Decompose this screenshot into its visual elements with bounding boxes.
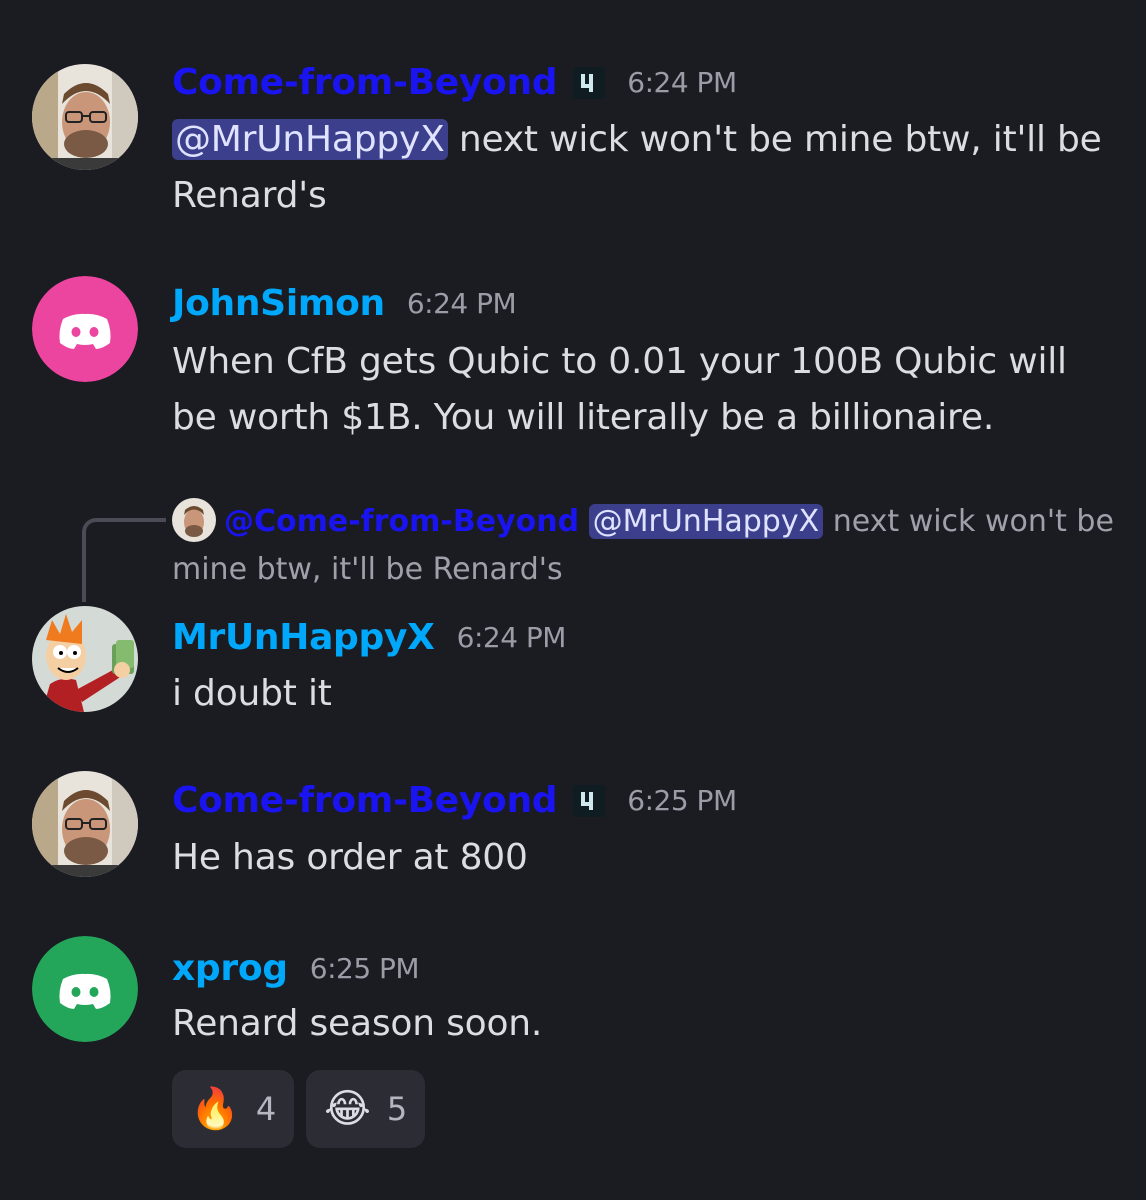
reply-preview[interactable]: @Come-from-Beyond @MrUnHappyX next wick …	[172, 497, 1122, 594]
message-content: When CfB gets Qubic to 0.01 your 100B Qu…	[172, 334, 1122, 446]
reactions-bar: 🔥 4 😂 5	[172, 1070, 426, 1148]
message-content: i doubt it	[172, 666, 1122, 722]
timestamp: 6:25 PM	[309, 952, 420, 985]
discord-logo-icon	[59, 973, 111, 1009]
discord-logo-icon	[59, 313, 111, 349]
message-content: Renard season soon.	[172, 996, 1122, 1052]
avatar-johnsimon[interactable]	[32, 276, 138, 382]
avatar-xprog[interactable]	[32, 936, 138, 1042]
message-text: Renard season soon.	[172, 1003, 543, 1044]
avatar-come-from-beyond[interactable]	[32, 771, 138, 877]
timestamp: 6:24 PM	[406, 287, 517, 320]
username[interactable]: MrUnHappyX	[172, 617, 435, 658]
avatar-mrunhappyx[interactable]	[32, 606, 138, 712]
reply-avatar	[172, 497, 216, 542]
reply-connector	[82, 518, 166, 602]
username[interactable]: xprog	[172, 948, 288, 989]
message-header: MrUnHappyX 6:24 PM	[172, 617, 566, 658]
reply-author[interactable]: @Come-from-Beyond	[224, 504, 579, 539]
fire-icon: 🔥	[190, 1086, 240, 1132]
username[interactable]: Come-from-Beyond	[172, 62, 558, 103]
avatar-come-from-beyond[interactable]	[32, 64, 138, 170]
chart-bars-badge-icon	[573, 66, 606, 99]
message-header: JohnSimon 6:24 PM	[172, 283, 517, 324]
timestamp: 6:24 PM	[627, 66, 737, 99]
username[interactable]: Come-from-Beyond	[172, 780, 558, 821]
message-content: @MrUnHappyX next wick won't be mine btw,…	[172, 112, 1122, 224]
reaction-count: 5	[386, 1090, 408, 1128]
tears-of-joy-icon: 😂	[324, 1086, 371, 1132]
message-text: He has order at 800	[172, 837, 528, 878]
reaction-fire[interactable]: 🔥 4	[172, 1070, 295, 1148]
reaction-count: 4	[255, 1090, 277, 1128]
message-header: Come-from-Beyond 6:25 PM	[172, 780, 737, 821]
timestamp: 6:24 PM	[456, 621, 567, 654]
message-content: He has order at 800	[172, 830, 1122, 886]
user-mention[interactable]: @MrUnHappyX	[172, 119, 448, 160]
message-header: xprog 6:25 PM	[172, 948, 420, 989]
user-mention[interactable]: @MrUnHappyX	[588, 504, 824, 539]
username[interactable]: JohnSimon	[172, 283, 385, 324]
chart-bars-badge-icon	[573, 784, 606, 817]
timestamp: 6:25 PM	[627, 784, 737, 817]
reaction-joy[interactable]: 😂 5	[306, 1070, 426, 1148]
message-text: When CfB gets Qubic to 0.01 your 100B Qu…	[172, 341, 1067, 438]
message-header: Come-from-Beyond 6:24 PM	[172, 62, 737, 103]
message-text: i doubt it	[172, 673, 332, 714]
chat-log: Come-from-Beyond 6:24 PM @MrUnHappyX nex…	[0, 0, 1146, 1200]
